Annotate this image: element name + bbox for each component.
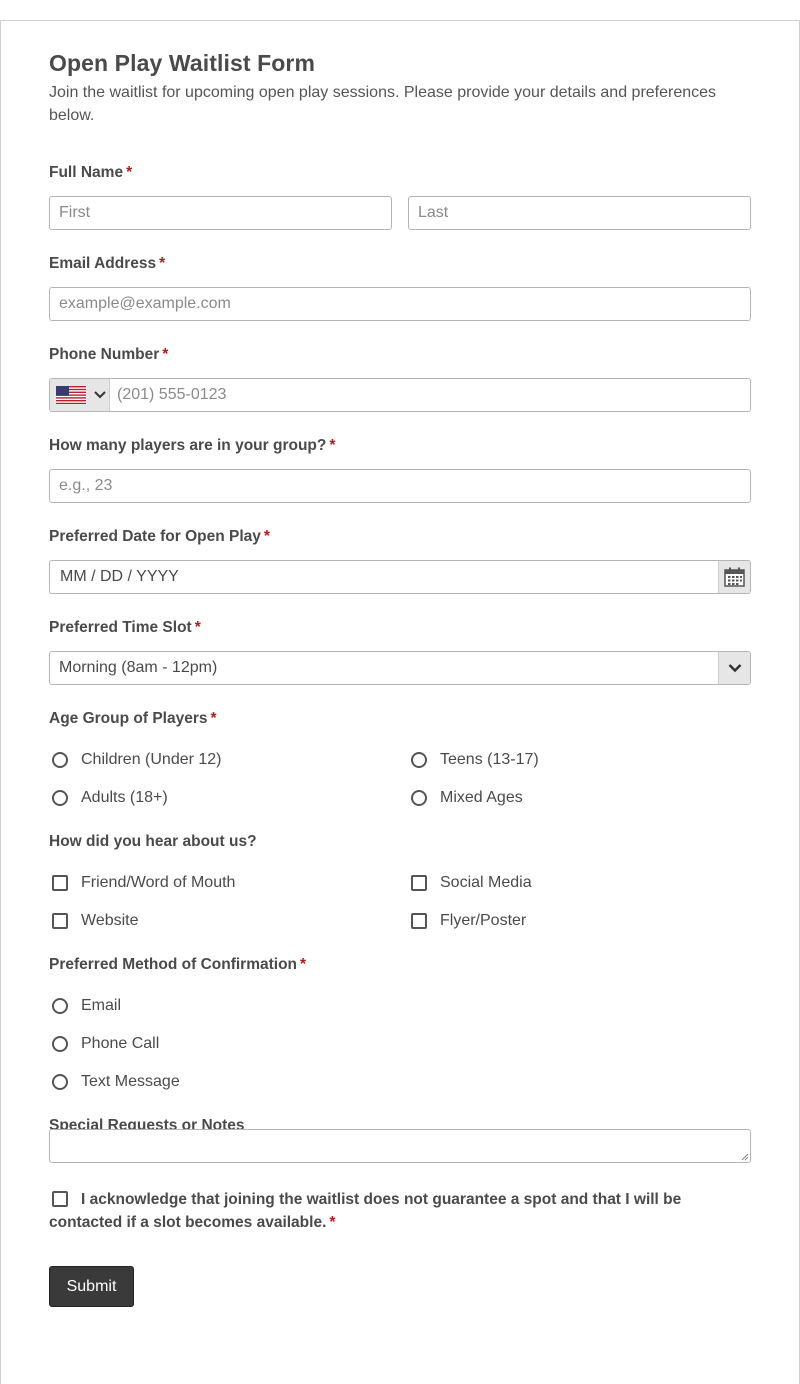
required-mark: * <box>162 346 169 363</box>
phone-field: (201) 555-0123 <box>49 378 751 412</box>
required-mark: * <box>329 1214 336 1231</box>
players-label-text: How many players are in your group? <box>49 437 327 454</box>
chevron-down-icon <box>94 391 106 399</box>
radio-button[interactable] <box>411 790 427 806</box>
form-description: Join the waitlist for upcoming open play… <box>49 84 717 124</box>
radio-button[interactable] <box>52 1074 68 1090</box>
time-slot-select[interactable]: Morning (8am - 12pm) <box>49 651 751 685</box>
required-mark: * <box>329 437 336 454</box>
heard-option-label: Flyer/Poster <box>440 912 527 929</box>
last-name-input[interactable]: Last <box>408 196 751 230</box>
age-option-label: Teens (13-17) <box>440 751 539 768</box>
acknowledge-checkbox-row[interactable]: I acknowledge that joining the waitlist … <box>49 1188 751 1234</box>
players-label: How many players are in your group? * <box>49 437 335 455</box>
checkbox[interactable] <box>411 913 427 929</box>
checkbox[interactable] <box>411 875 427 891</box>
form-title: Open Play Waitlist Form <box>49 50 315 76</box>
players-input[interactable]: e.g., 23 <box>49 469 751 503</box>
age-group-label: Age Group of Players * <box>49 710 217 728</box>
confirm-option-label: Email <box>81 997 122 1014</box>
age-group-label-text: Age Group of Players <box>49 710 208 727</box>
heard-option-label: Friend/Word of Mouth <box>81 874 236 891</box>
full-name-label: Full Name * <box>49 164 132 182</box>
time-slot-label-text: Preferred Time Slot <box>49 619 192 636</box>
time-slot-label: Preferred Time Slot * <box>49 619 201 637</box>
radio-button[interactable] <box>52 790 68 806</box>
select-arrow[interactable] <box>718 652 750 684</box>
notes-textarea[interactable] <box>49 1129 751 1163</box>
email-label-text: Email Address <box>49 255 157 272</box>
date-label-text: Preferred Date for Open Play <box>49 528 261 545</box>
calendar-icon <box>724 567 745 587</box>
required-mark: * <box>210 710 217 727</box>
required-mark: * <box>300 956 307 973</box>
checkbox[interactable] <box>52 875 68 891</box>
radio-button[interactable] <box>411 752 427 768</box>
chevron-down-icon <box>728 664 742 673</box>
full-name-label-text: Full Name <box>49 164 124 181</box>
required-mark: * <box>159 255 166 272</box>
acknowledge-checkbox[interactable] <box>52 1191 68 1207</box>
country-selector[interactable] <box>50 379 110 411</box>
radio-button[interactable] <box>52 998 68 1014</box>
confirmation-label: Preferred Method of Confirmation * <box>49 956 306 974</box>
age-option-label: Mixed Ages <box>440 789 523 806</box>
age-option-label: Children (Under 12) <box>81 751 222 768</box>
heard-option-label: Social Media <box>440 874 532 891</box>
email-label: Email Address * <box>49 255 165 273</box>
radio-button[interactable] <box>52 752 68 768</box>
us-flag-icon <box>56 386 86 404</box>
confirmation-label-text: Preferred Method of Confirmation <box>49 956 298 973</box>
calendar-button[interactable] <box>718 561 750 593</box>
checkbox[interactable] <box>52 913 68 929</box>
date-field[interactable]: MM / DD / YYYY <box>49 560 751 594</box>
email-input[interactable]: example@example.com <box>49 287 751 321</box>
confirm-option-label: Phone Call <box>81 1035 160 1052</box>
submit-button[interactable]: Submit <box>49 1266 134 1307</box>
time-slot-value: Morning (8am - 12pm) <box>59 659 218 676</box>
required-mark: * <box>263 528 270 545</box>
phone-input[interactable]: (201) 555-0123 <box>117 379 226 411</box>
resize-grip-icon[interactable] <box>741 1153 749 1161</box>
phone-label: Phone Number * <box>49 346 168 364</box>
required-mark: * <box>126 164 133 181</box>
heard-option-label: Website <box>81 912 139 929</box>
confirm-option-label: Text Message <box>81 1073 180 1090</box>
phone-label-text: Phone Number <box>49 346 160 363</box>
acknowledge-text: I acknowledge that joining the waitlist … <box>49 1191 682 1231</box>
required-mark: * <box>194 619 201 636</box>
acknowledge-label: I acknowledge that joining the waitlist … <box>49 1188 751 1234</box>
heard-about-label: How did you hear about us? <box>49 833 257 850</box>
date-input[interactable]: MM / DD / YYYY <box>60 568 179 585</box>
radio-button[interactable] <box>52 1036 68 1052</box>
age-option-label: Adults (18+) <box>81 789 168 806</box>
first-name-input[interactable]: First <box>49 196 392 230</box>
date-label: Preferred Date for Open Play * <box>49 528 270 546</box>
